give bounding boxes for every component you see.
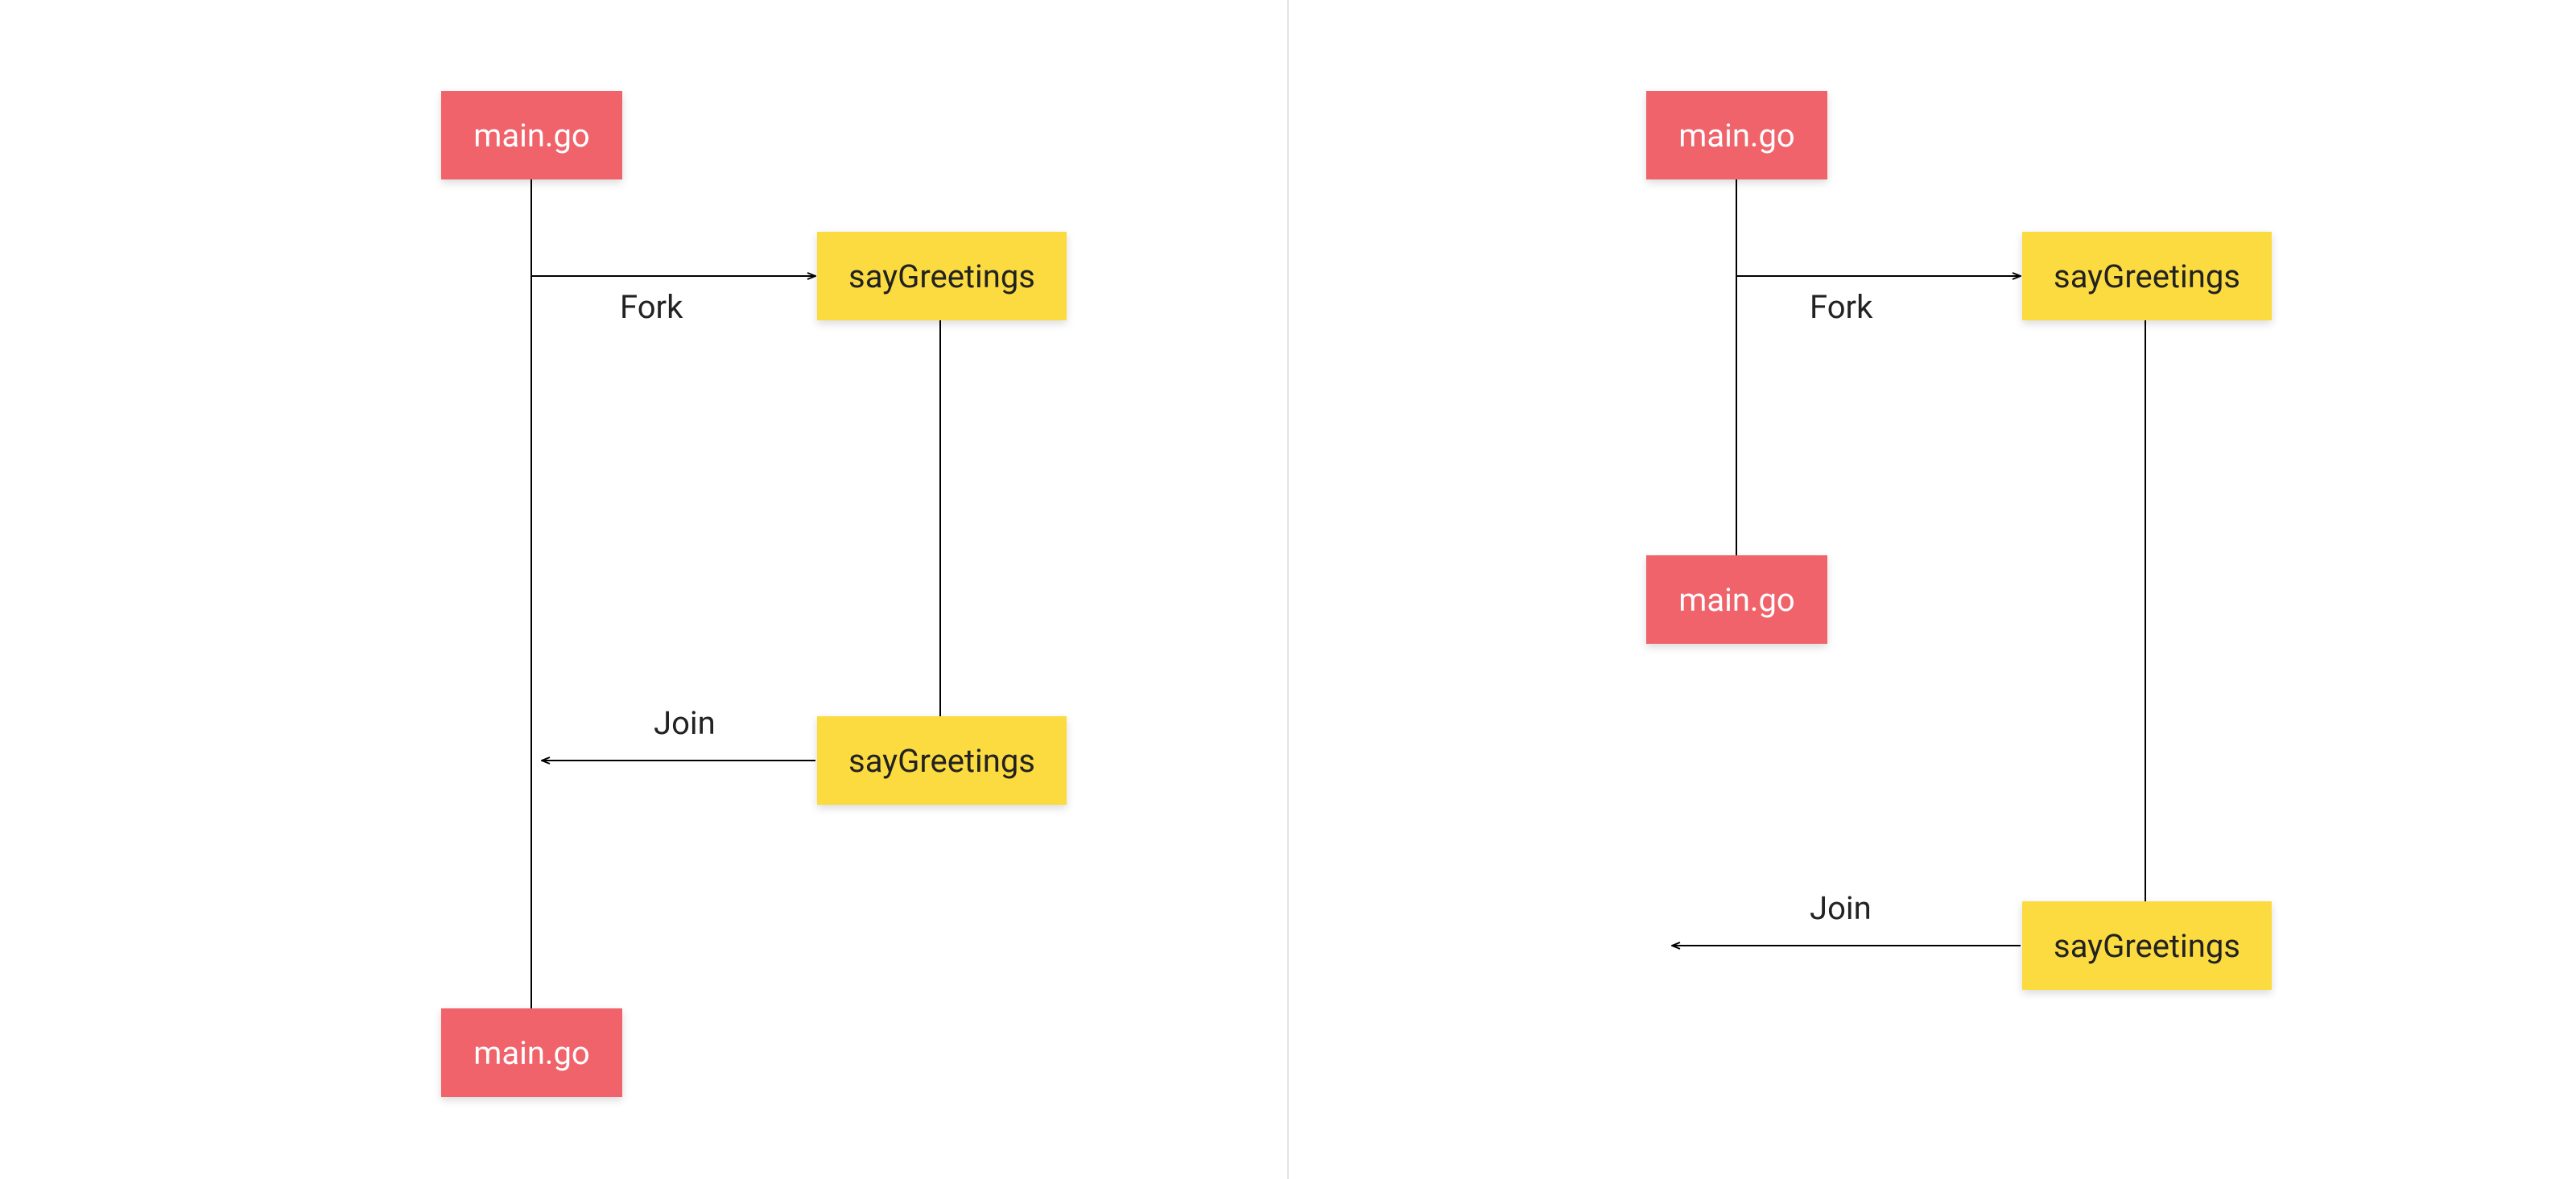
left-fork-label: Fork: [620, 288, 683, 326]
right-main-top-box: main.go: [1646, 91, 1827, 179]
left-main-top-label: main.go: [473, 117, 589, 155]
right-main-top-label: main.go: [1678, 117, 1794, 155]
right-main-middle-box: main.go: [1646, 555, 1827, 644]
right-saygreetings-top-box: sayGreetings: [2022, 232, 2272, 320]
right-fork-label: Fork: [1810, 288, 1872, 326]
right-saygreetings-bottom-box: sayGreetings: [2022, 901, 2272, 990]
right-main-middle-label: main.go: [1678, 581, 1794, 619]
left-saygreetings-top-box: sayGreetings: [817, 232, 1067, 320]
left-saygreetings-bottom-label: sayGreetings: [848, 742, 1035, 780]
left-main-top-box: main.go: [441, 91, 622, 179]
vertical-divider: [1287, 0, 1289, 1179]
left-main-bottom-box: main.go: [441, 1008, 622, 1097]
right-join-label: Join: [1810, 889, 1872, 927]
left-saygreetings-top-label: sayGreetings: [848, 258, 1035, 295]
left-main-bottom-label: main.go: [473, 1034, 589, 1072]
left-join-label: Join: [654, 704, 716, 742]
right-saygreetings-bottom-label: sayGreetings: [2054, 927, 2240, 965]
left-saygreetings-bottom-box: sayGreetings: [817, 716, 1067, 805]
right-saygreetings-top-label: sayGreetings: [2054, 258, 2240, 295]
